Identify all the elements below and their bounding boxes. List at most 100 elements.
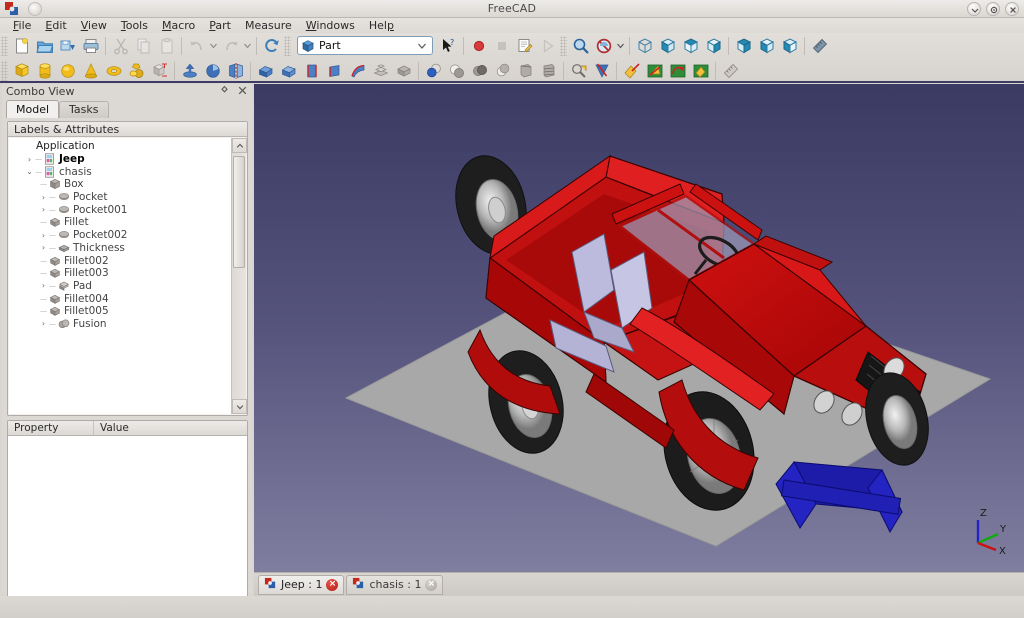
tree-item-jeep[interactable]: ›—Jeep [11,153,231,166]
toolbar-grip[interactable] [284,36,291,56]
rear-view-button[interactable] [732,35,755,57]
measure-angular-button[interactable] [643,60,666,82]
menu-edit[interactable]: Edit [38,18,73,33]
macro-stop-button[interactable] [490,35,513,57]
menu-part[interactable]: Part [202,18,238,33]
part-ruled-surface-button[interactable] [300,60,323,82]
menu-view[interactable]: View [74,18,114,33]
front-view-button[interactable] [656,35,679,57]
undo-button[interactable] [185,35,208,57]
part-defeaturing-button[interactable] [590,60,613,82]
3d-viewport[interactable]: Z Y X [254,84,1024,572]
measure-linear-button[interactable] [620,60,643,82]
part-section-button[interactable] [514,60,537,82]
part-offset-button[interactable] [369,60,392,82]
part-cylinder-button[interactable] [33,60,56,82]
workbench-select[interactable]: Part [297,36,433,55]
close-icon[interactable] [237,85,248,99]
menu-macro[interactable]: Macro [155,18,202,33]
close-document-button[interactable]: × [425,579,437,591]
tree-item-fillet004[interactable]: —Fillet004 [11,292,231,305]
close-button[interactable] [1005,2,1019,16]
boolean-common-button[interactable] [468,60,491,82]
tree-item-pocket[interactable]: ›—Pocket [11,191,231,204]
measure-clear-all-button[interactable] [689,60,712,82]
tree-item-fillet[interactable]: —Fillet [11,216,231,229]
property-editor-body[interactable] [8,437,247,618]
part-check-geometry-button[interactable] [567,60,590,82]
tree-item-fillet005[interactable]: —Fillet005 [11,305,231,318]
expand-arrow-icon[interactable]: › [39,204,48,215]
tree-item-application[interactable]: Application [11,140,231,153]
undo-dropdown-arrow-icon[interactable] [208,35,219,57]
scroll-down-arrow-icon[interactable] [232,399,247,414]
tree-item-thickness[interactable]: ›—Thickness [11,242,231,255]
measure-toggle-button[interactable] [719,60,742,82]
boolean-button[interactable] [491,60,514,82]
tab-tasks[interactable]: Tasks [59,101,108,118]
refresh-button[interactable] [260,35,283,57]
part-sphere-button[interactable] [56,60,79,82]
collapse-arrow-icon[interactable]: ⌄ [25,166,34,177]
part-fillet-button[interactable] [254,60,277,82]
tree-scrollbar[interactable] [231,138,246,414]
expand-arrow-icon[interactable]: › [39,280,48,291]
macro-edit-button[interactable] [513,35,536,57]
tree-item-fusion[interactable]: ›—Fusion [11,318,231,331]
bottom-view-button[interactable] [755,35,778,57]
measure-toolbar-button[interactable] [808,35,831,57]
open-document-button[interactable] [33,35,56,57]
menu-file[interactable]: FFileile [6,18,38,33]
macro-record-button[interactable] [467,35,490,57]
close-document-button[interactable]: × [326,579,338,591]
tree-item-pocket002[interactable]: ›—Pocket002 [11,229,231,242]
expand-arrow-icon[interactable]: › [39,318,48,329]
boolean-cut-button[interactable] [445,60,468,82]
part-extrude-button[interactable] [178,60,201,82]
menu-help[interactable]: Help [362,18,401,33]
tab-model[interactable]: Model [6,100,59,118]
tree-item-pocket001[interactable]: ›—Pocket001 [11,203,231,216]
measure-refresh-button[interactable] [666,60,689,82]
part-chamfer-button[interactable] [277,60,300,82]
draw-style-dropdown-arrow-icon[interactable] [615,35,626,57]
part-torus-button[interactable] [102,60,125,82]
save-document-button[interactable] [56,35,79,57]
axonometric-view-button[interactable] [633,35,656,57]
part-cone-button[interactable] [79,60,102,82]
redo-dropdown-arrow-icon[interactable] [242,35,253,57]
document-tab-jeep[interactable]: Jeep : 1 × [258,575,344,595]
top-view-button[interactable] [679,35,702,57]
maximize-button[interactable] [986,2,1000,16]
menu-tools[interactable]: Tools [114,18,155,33]
whats-this-button[interactable]: ? [437,35,460,57]
expand-arrow-icon[interactable]: › [25,154,34,165]
paste-button[interactable] [155,35,178,57]
minimize-button[interactable] [967,2,981,16]
part-revolve-button[interactable] [201,60,224,82]
macro-execute-button[interactable] [536,35,559,57]
scrollbar-thumb[interactable] [233,156,245,268]
cut-button[interactable] [109,35,132,57]
part-sweep-button[interactable] [346,60,369,82]
toolbar-grip[interactable] [560,36,567,56]
part-shape-builder-button[interactable] [148,60,171,82]
part-primitives-button[interactable] [125,60,148,82]
right-view-button[interactable] [702,35,725,57]
model-tree[interactable]: Application›—Jeep⌄—chasis—Box›—Pocket›—P… [9,138,231,414]
tree-item-box[interactable]: —Box [11,178,231,191]
menu-windows[interactable]: Windows [299,18,362,33]
tree-item-chasis[interactable]: ⌄—chasis [11,165,231,178]
part-cross-sections-button[interactable] [537,60,560,82]
expand-arrow-icon[interactable]: › [39,242,48,253]
print-button[interactable] [79,35,102,57]
left-view-button[interactable] [778,35,801,57]
tree-item-fillet003[interactable]: —Fillet003 [11,267,231,280]
tree-item-pad[interactable]: ›—Pad [11,280,231,293]
part-thickness-button[interactable] [392,60,415,82]
copy-button[interactable] [132,35,155,57]
boolean-union-button[interactable] [422,60,445,82]
undock-icon[interactable] [219,85,230,99]
menu-measure[interactable]: Measure [238,18,299,33]
scroll-up-arrow-icon[interactable] [232,138,247,153]
